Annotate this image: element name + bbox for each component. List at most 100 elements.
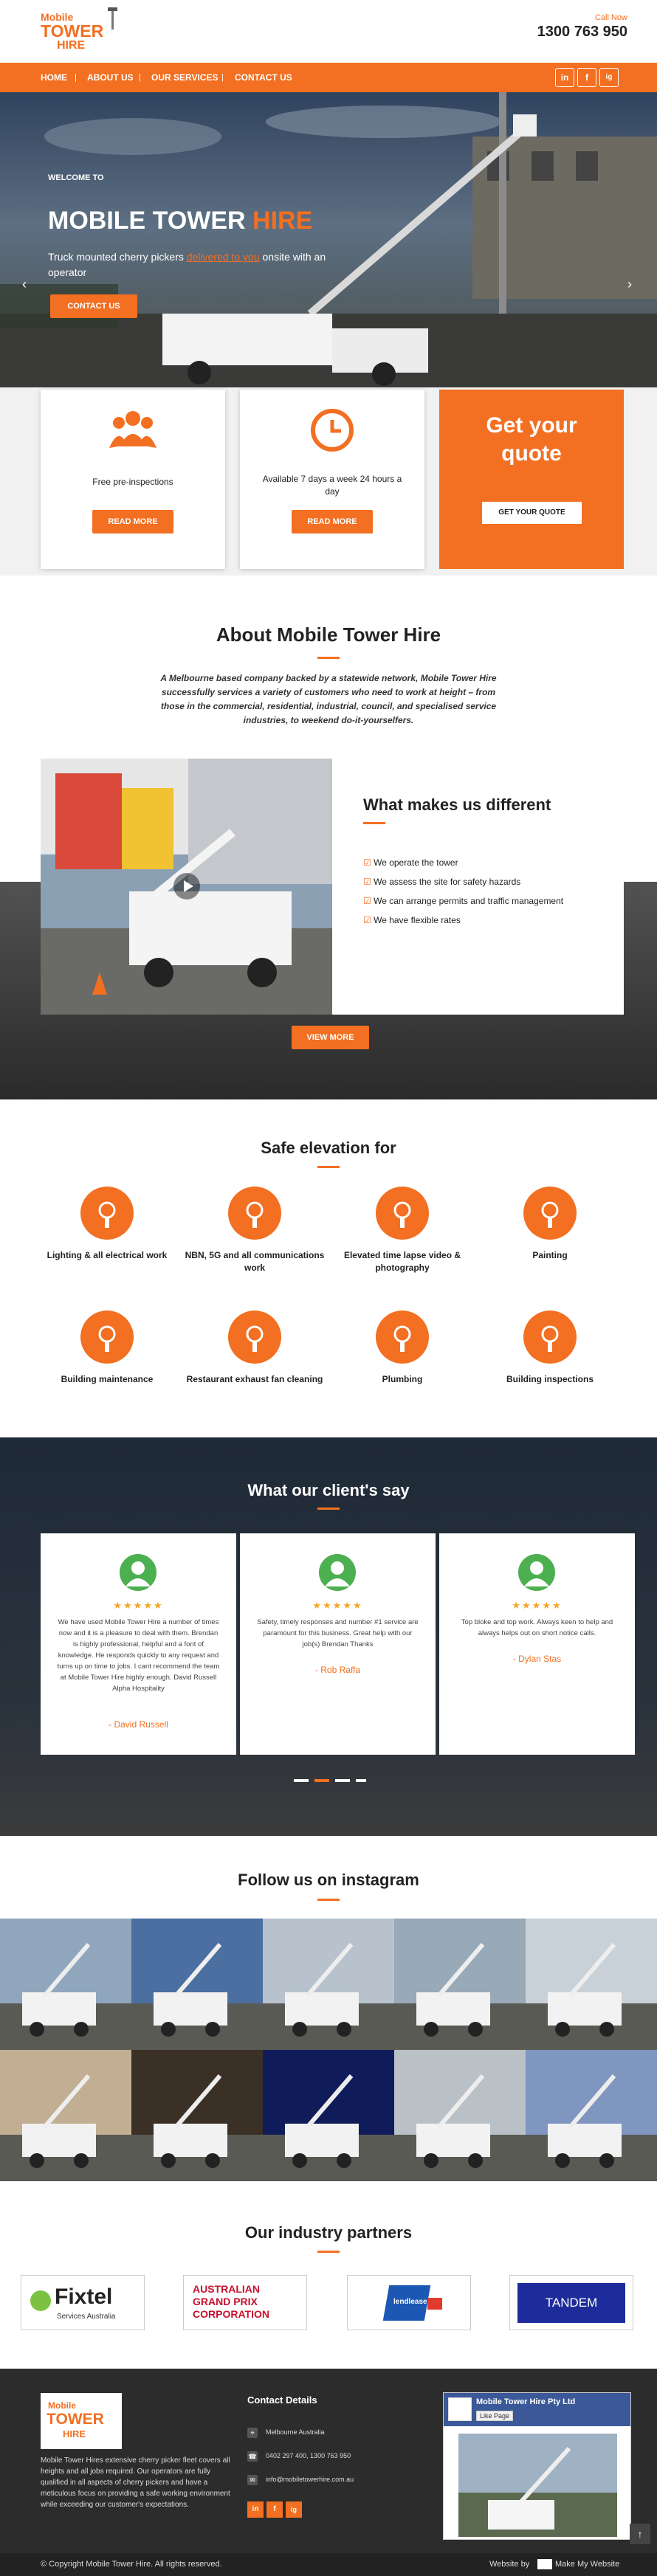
hero-sub-text: Truck mounted cherry pickers (48, 251, 187, 263)
partner-logo-fixtel[interactable]: Fixtel Services Australia (21, 2275, 145, 2330)
service-label: Plumbing (382, 1374, 423, 1384)
instagram-photo[interactable] (0, 2050, 132, 2181)
back-to-top-icon[interactable]: ↑ (630, 2524, 650, 2544)
instagram-photo[interactable] (526, 2050, 657, 2181)
testimonial-author: - Rob Raffa (314, 1665, 361, 1675)
carousel-dot[interactable] (335, 1779, 350, 1782)
hero-subtitle: Truck mounted cherry pickers delivered t… (48, 249, 358, 280)
nav-services[interactable]: OUR SERVICES (151, 63, 218, 92)
footer-contact-title: Contact Details (247, 2394, 317, 2406)
nbn-icon[interactable] (228, 1187, 281, 1240)
hero-sub-link[interactable]: delivered to you (187, 251, 260, 263)
building-icon[interactable] (523, 1311, 577, 1364)
instagram-photo[interactable] (526, 1919, 657, 2050)
play-icon[interactable] (173, 873, 200, 899)
carousel-dot[interactable] (356, 1779, 366, 1782)
partner-logo-lendlease[interactable]: lendlease (347, 2275, 471, 2330)
lamp-icon[interactable] (80, 1187, 134, 1240)
site-logo[interactable]: Mobile TOWER HIRE (41, 7, 129, 59)
fb-avatar (448, 2397, 472, 2421)
main-nav: HOME | ABOUT US | OUR SERVICES | CONTACT… (0, 63, 657, 92)
footer-logo[interactable]: Mobile TOWER HIRE (41, 2393, 122, 2449)
partner-name: lendlease (393, 2298, 427, 2306)
house-icon[interactable] (80, 1311, 134, 1364)
camera-icon[interactable] (376, 1187, 429, 1240)
facebook-icon[interactable]: f (266, 2501, 283, 2518)
view-more-button[interactable]: VIEW MORE (292, 1026, 369, 1049)
nav-home[interactable]: HOME (41, 63, 67, 92)
feature-card: Free pre-inspections READ MORE (41, 390, 225, 569)
hero-illustration (0, 92, 657, 387)
hero-contact-button[interactable]: CONTACT US (50, 294, 137, 318)
feature-text: Available 7 days a week 24 hours a day (262, 474, 402, 497)
instagram-photo[interactable] (0, 1919, 132, 2050)
footer-email[interactable]: info@mobiletowerhire.com.au (266, 2476, 354, 2483)
title-underline (317, 1166, 340, 1168)
facebook-icon[interactable]: f (577, 68, 596, 87)
title-underline (317, 2251, 340, 2253)
partner-logo-agp[interactable]: AUSTRALIAN GRAND PRIX CORPORATION (183, 2275, 307, 2330)
feature-read-more-button[interactable]: READ MORE (92, 510, 173, 533)
people-icon (109, 411, 156, 448)
title-underline (317, 1899, 340, 1901)
email-icon: ✉ (247, 2475, 258, 2485)
rating-stars: ★★★★★ (113, 1600, 164, 1611)
credit-label: Website by (489, 2560, 530, 2569)
carousel-dots[interactable] (294, 1779, 368, 1782)
mmw-logo-icon[interactable] (537, 2559, 552, 2569)
page: Mobile TOWER HIRE Call Now 1300 763 950 … (0, 0, 657, 2576)
hero-welcome: WELCOME TO (48, 173, 104, 182)
testimonial-author: - David Russell (109, 1719, 168, 1730)
instagram-photo[interactable] (131, 1919, 264, 2050)
fb-page-name[interactable]: Mobile Tower Hire Pty Ltd (476, 2397, 575, 2406)
slider-prev-icon[interactable]: ‹ (22, 277, 27, 292)
different-title: What makes us different (363, 795, 551, 814)
different-list: ☑ We operate the tower ☑ We assess the s… (363, 853, 563, 930)
instagram-photo[interactable] (263, 1919, 395, 2050)
logo-text-bot: HIRE (63, 2428, 86, 2439)
instagram-photo[interactable] (263, 2050, 395, 2181)
paint-icon[interactable] (523, 1187, 577, 1240)
list-item-label: We have flexible rates (374, 915, 461, 925)
logo-text-top: Mobile (48, 2400, 76, 2411)
pipe-icon[interactable] (376, 1311, 429, 1364)
nav-about[interactable]: ABOUT US (87, 63, 134, 92)
linkedin-icon[interactable]: in (555, 68, 574, 87)
nav-divider: | (139, 73, 141, 82)
hero-banner: WELCOME TO MOBILE TOWER HIRE Truck mount… (0, 92, 657, 387)
video-thumbnail[interactable] (41, 759, 332, 1015)
carousel-dot[interactable] (314, 1779, 329, 1782)
feature-read-more-button[interactable]: READ MORE (292, 510, 373, 533)
list-item: ☑ We assess the site for safety hazards (363, 872, 563, 891)
service-label: Lighting & all electrical work (47, 1250, 168, 1260)
credit-brand[interactable]: Make My Website (555, 2560, 619, 2569)
facebook-widget[interactable]: Mobile Tower Hire Pty Ltd Like Page (443, 2392, 631, 2540)
linkedin-icon[interactable]: in (247, 2501, 264, 2518)
fan-icon[interactable] (228, 1311, 281, 1364)
slider-next-icon[interactable]: › (627, 277, 632, 292)
logo-text-top: Mobile (41, 11, 74, 23)
check-icon: ☑ (363, 915, 374, 925)
instagram-icon[interactable]: ig (599, 68, 619, 87)
list-item: ☑ We operate the tower (363, 853, 563, 872)
service-label: Building maintenance (61, 1374, 154, 1384)
footer-phones[interactable]: 0402 297 400, 1300 763 950 (266, 2452, 351, 2459)
logo-text-bot: HIRE (57, 39, 86, 52)
logo-text-mid: TOWER (47, 2411, 104, 2428)
carousel-dot[interactable] (294, 1779, 309, 1782)
service-label: Restaurant exhaust fan cleaning (186, 1374, 323, 1384)
phone-number[interactable]: 1300 763 950 (537, 24, 627, 41)
instagram-icon[interactable]: ig (286, 2501, 302, 2518)
partner-sub: Services Australia (57, 2313, 116, 2321)
partner-logo-tandem[interactable]: TANDEM (509, 2275, 633, 2330)
list-item: ☑ We have flexible rates (363, 911, 563, 930)
check-icon: ☑ (363, 896, 374, 906)
instagram-photo[interactable] (394, 1919, 526, 2050)
testimonial-text: We have used Mobile Tower Hire a number … (57, 1618, 220, 1693)
instagram-photo[interactable] (131, 2050, 264, 2181)
instagram-grid (0, 1919, 657, 2181)
fb-like-button[interactable]: Like Page (476, 2411, 514, 2421)
get-quote-button[interactable]: GET YOUR QUOTE (482, 502, 582, 524)
nav-contact[interactable]: CONTACT US (235, 63, 292, 92)
instagram-photo[interactable] (394, 2050, 526, 2181)
